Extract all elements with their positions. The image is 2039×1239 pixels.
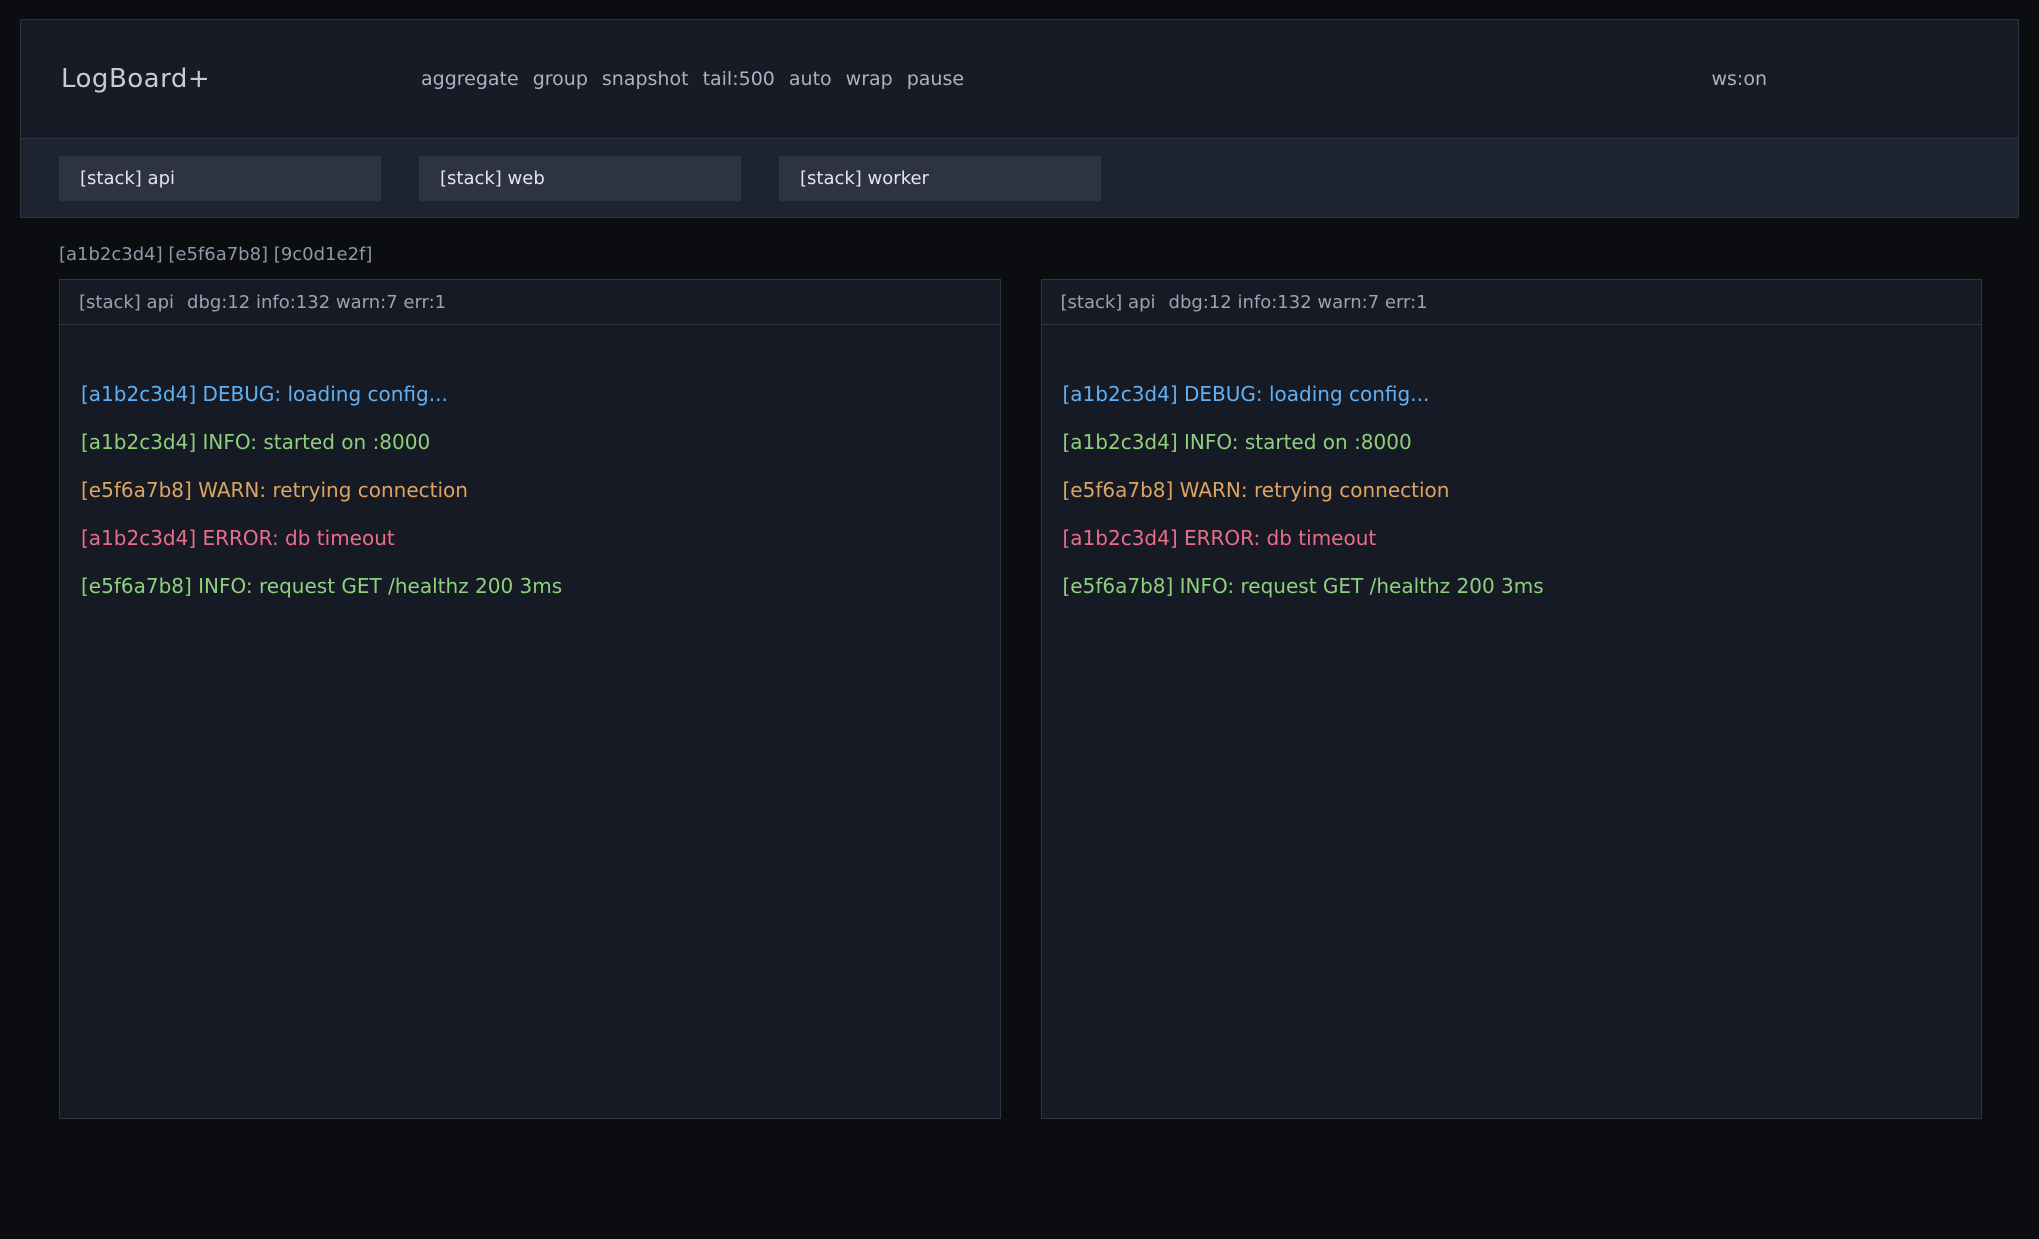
log-line: [a1b2c3d4] INFO: started on :8000: [1063, 418, 1962, 466]
menu-item-auto[interactable]: auto: [789, 68, 832, 90]
menu-item-wrap[interactable]: wrap: [846, 68, 893, 90]
log-line: [a1b2c3d4] ERROR: db timeout: [81, 514, 980, 562]
log-line: [a1b2c3d4] DEBUG: loading config...: [1063, 370, 1962, 418]
menu-item-group[interactable]: group: [533, 68, 588, 90]
tab-stack-worker[interactable]: [stack] worker: [779, 156, 1101, 201]
tab-stack-web[interactable]: [stack] web: [419, 156, 741, 201]
menu-item-tail[interactable]: tail:500: [703, 68, 775, 90]
log-body[interactable]: [a1b2c3d4] DEBUG: loading config... [a1b…: [1042, 325, 1982, 1118]
toolbar: aggregate group snapshot tail:500 auto w…: [421, 68, 964, 90]
header-container: LogBoard+ aggregate group snapshot tail:…: [20, 19, 2019, 218]
panel-stats: dbg:12 info:132 warn:7 err:1: [1169, 292, 1428, 313]
log-line: [e5f6a7b8] WARN: retrying connection: [81, 466, 980, 514]
panel-header: [stack] api dbg:12 info:132 warn:7 err:1: [60, 280, 1000, 325]
title-row: LogBoard+ aggregate group snapshot tail:…: [21, 20, 2018, 138]
log-line: [a1b2c3d4] ERROR: db timeout: [1063, 514, 1962, 562]
stack-tabs: [stack] api [stack] web [stack] worker: [21, 138, 2018, 217]
log-line: [e5f6a7b8] INFO: request GET /healthz 20…: [1063, 562, 1962, 610]
log-panel-left: [stack] api dbg:12 info:132 warn:7 err:1…: [59, 279, 1001, 1119]
panel-title: [stack] api: [1061, 292, 1156, 313]
app-title: LogBoard+: [61, 64, 421, 94]
ws-status-badge: ws:on: [1711, 68, 1767, 90]
log-panel-right: [stack] api dbg:12 info:132 warn:7 err:1…: [1041, 279, 1983, 1119]
trace-ids: [a1b2c3d4] [e5f6a7b8] [9c0d1e2f]: [59, 244, 2039, 265]
log-line: [e5f6a7b8] INFO: request GET /healthz 20…: [81, 562, 980, 610]
panel-stats: dbg:12 info:132 warn:7 err:1: [187, 292, 446, 313]
log-body[interactable]: [a1b2c3d4] DEBUG: loading config... [a1b…: [60, 325, 1000, 1118]
menu-item-pause[interactable]: pause: [907, 68, 964, 90]
menu-item-snapshot[interactable]: snapshot: [602, 68, 689, 90]
panel-header: [stack] api dbg:12 info:132 warn:7 err:1: [1042, 280, 1982, 325]
tab-stack-api[interactable]: [stack] api: [59, 156, 381, 201]
log-line: [a1b2c3d4] INFO: started on :8000: [81, 418, 980, 466]
panels-row: [stack] api dbg:12 info:132 warn:7 err:1…: [59, 279, 1982, 1119]
log-line: [e5f6a7b8] WARN: retrying connection: [1063, 466, 1962, 514]
log-line: [a1b2c3d4] DEBUG: loading config...: [81, 370, 980, 418]
menu-item-aggregate[interactable]: aggregate: [421, 68, 519, 90]
panel-title: [stack] api: [79, 292, 174, 313]
